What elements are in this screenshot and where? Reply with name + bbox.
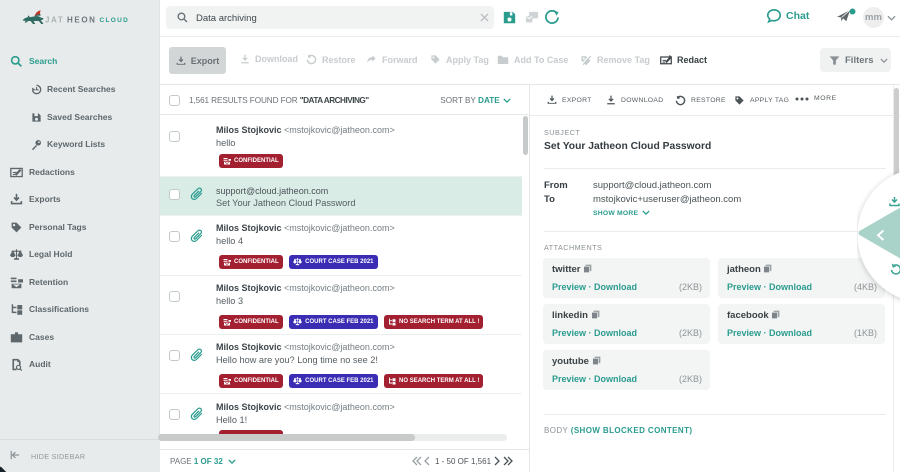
svg-text:HEON: HEON xyxy=(67,16,97,25)
svg-text:JAT: JAT xyxy=(45,16,64,25)
svg-text:CLOUD: CLOUD xyxy=(100,17,130,24)
